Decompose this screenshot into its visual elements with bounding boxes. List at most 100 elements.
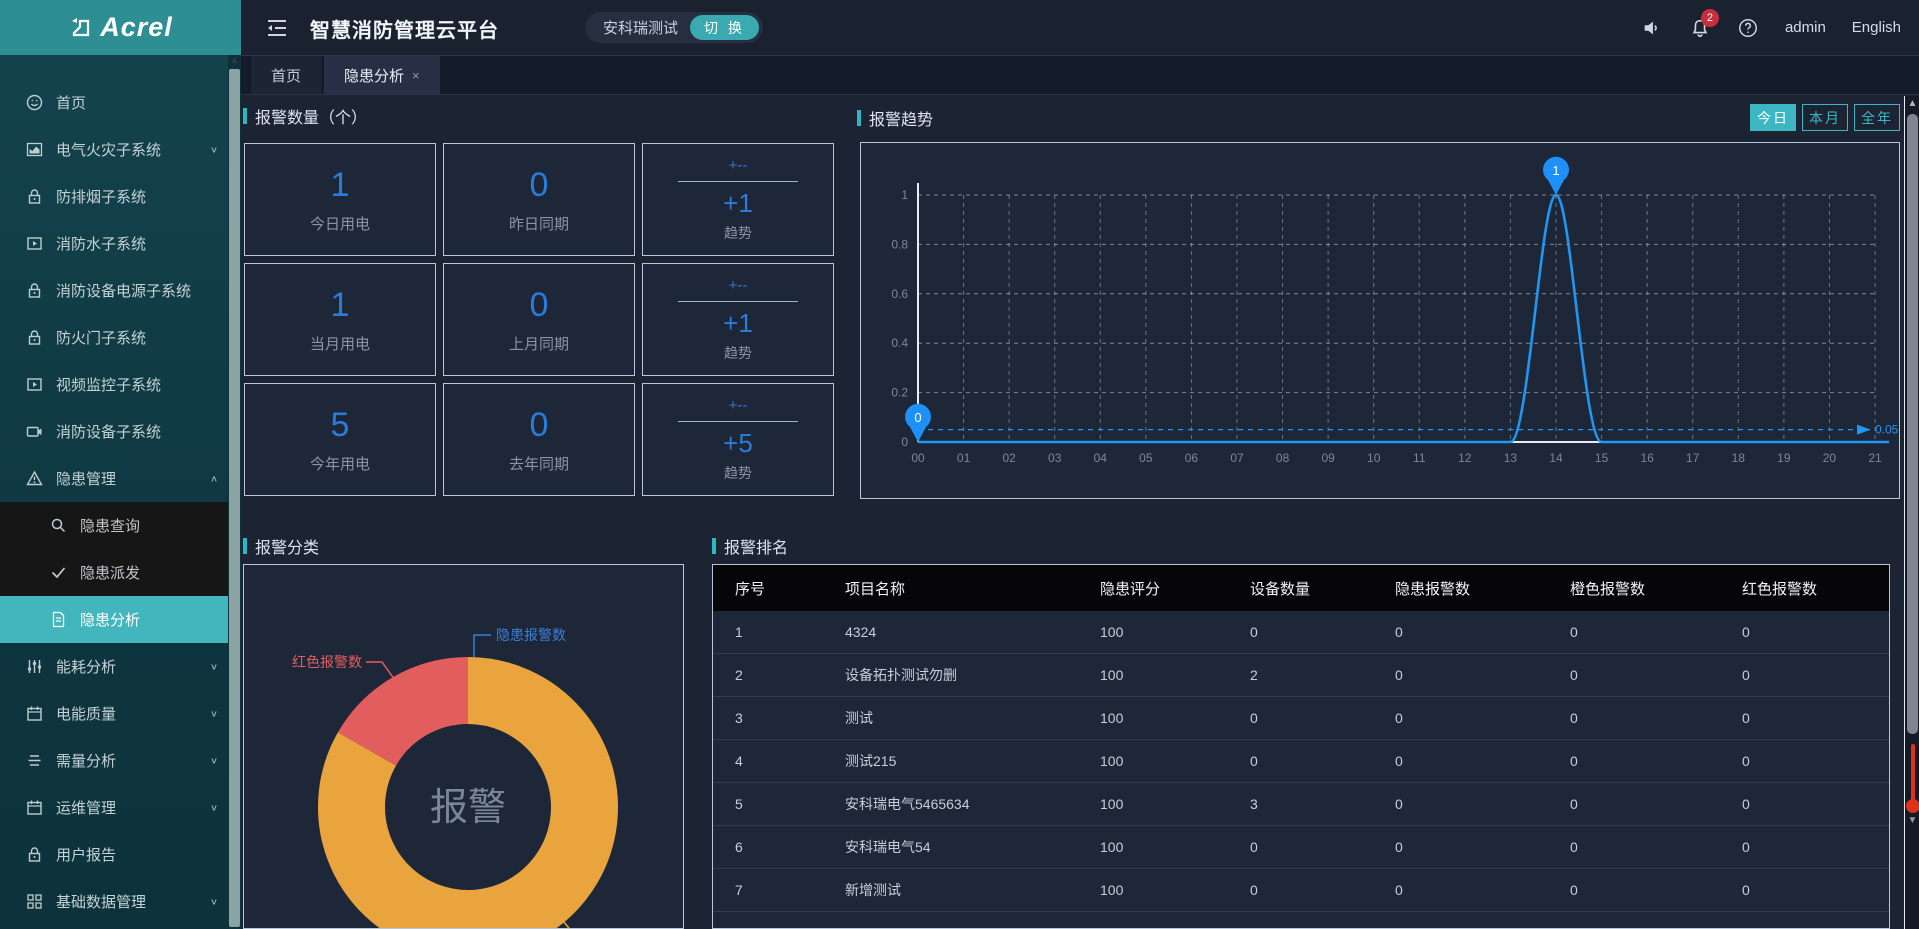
home-icon [26, 94, 43, 111]
range-button-全年[interactable]: 全年 [1854, 104, 1900, 131]
table-row: 2设备拓扑测试勿删1002000 [713, 654, 1889, 697]
main-scrollbar[interactable]: ▲ ▼ [1904, 96, 1919, 929]
play-icon [26, 235, 43, 252]
lock-icon [26, 846, 43, 863]
sidebar-item-隐患分析[interactable]: 隐患分析 [0, 596, 228, 643]
table-cell: 2 [1250, 667, 1395, 683]
check-icon [50, 564, 67, 581]
svg-text:0: 0 [914, 410, 921, 425]
warning-icon [26, 470, 43, 487]
tenant-switch-button[interactable]: 切 换 [690, 15, 759, 40]
sidebar-item-电能质量[interactable]: 电能质量∨ [0, 690, 228, 737]
table-cell: 0 [1250, 753, 1395, 769]
sidebar-item-视频监控子系统[interactable]: 视频监控子系统 [0, 361, 228, 408]
table-cell: 测试215 [845, 751, 1100, 771]
table-cell: 0 [1742, 882, 1889, 898]
sidebar: 首页电气火灾子系统∨ 防排烟子系统消防水子系统消防设备电源子系统防火门子系统视频监… [0, 55, 228, 929]
sidebar-item-消防水子系统[interactable]: 消防水子系统 [0, 220, 228, 267]
chart-marker-pin: 1 [1543, 157, 1569, 195]
svg-text:06: 06 [1185, 451, 1199, 465]
alarm-rank-table-panel: 序号项目名称隐患评分设备数量隐患报警数橙色报警数红色报警数 1432410000… [712, 564, 1890, 929]
sidebar-item-隐患管理[interactable]: 隐患管理∧ [0, 455, 228, 502]
svg-text:09: 09 [1321, 451, 1335, 465]
sidebar-scrollbar-thumb[interactable] [229, 69, 240, 927]
scroll-up-icon[interactable]: ▲ [1905, 98, 1919, 109]
trend-label: 趋势 [724, 463, 752, 483]
svg-text:0.05: 0.05 [1875, 423, 1899, 437]
chevron-down-icon: ∨ [210, 896, 218, 906]
sidebar-item-label: 需量分析 [56, 750, 116, 771]
table-row: 6安科瑞电气541000000 [713, 826, 1889, 869]
table-cell: 0 [1570, 839, 1742, 855]
range-button-本月[interactable]: 本月 [1802, 104, 1848, 131]
sidebar-item-label: 消防水子系统 [56, 233, 146, 254]
range-button-今日[interactable]: 今日 [1750, 104, 1796, 131]
sidebar-item-label: 用户报告 [56, 844, 116, 865]
sidebar-item-用户报告[interactable]: 用户报告 [0, 831, 228, 878]
stat-card-去年同期: 0去年同期 [443, 383, 635, 496]
sidebar-item-首页[interactable]: 首页 [0, 79, 228, 126]
logo: Acrel [0, 0, 241, 55]
sidebar-item-label: 电能质量 [56, 703, 116, 724]
sidebar-item-电气火灾子系统[interactable]: 电气火灾子系统∨ [0, 126, 228, 173]
sidebar-item-消防设备电源子系统[interactable]: 消防设备电源子系统 [0, 267, 228, 314]
main-area: 首页隐患分析× 报警数量（个） 1今日用电0昨日同期+--+1趋势1当月用电0上… [241, 55, 1919, 929]
column-header-红色报警数: 红色报警数 [1742, 578, 1889, 599]
close-tab-icon[interactable]: × [412, 68, 420, 83]
stat-card-今日用电: 1今日用电 [244, 143, 436, 256]
table-cell: 0 [1250, 710, 1395, 726]
speaker-icon[interactable] [1641, 17, 1663, 39]
trend-card: +--+1趋势 [642, 143, 834, 256]
sidebar-item-防火门子系统[interactable]: 防火门子系统 [0, 314, 228, 361]
tab-首页[interactable]: 首页 [251, 56, 321, 94]
tab-隐患分析[interactable]: 隐患分析 × [324, 56, 440, 94]
svg-text:16: 16 [1640, 451, 1654, 465]
sidebar-item-label: 能耗分析 [56, 656, 116, 677]
help-icon[interactable] [1737, 17, 1759, 39]
trend-value: +1 [723, 308, 753, 339]
section-title-alarm-rank: 报警排名 [712, 534, 788, 558]
header-actions: 2 admin English [1641, 0, 1901, 55]
column-header-设备数量: 设备数量 [1250, 578, 1395, 599]
alert-scroll-indicator [1911, 744, 1915, 806]
trend-card: +--+5趋势 [642, 383, 834, 496]
bell-icon[interactable]: 2 [1689, 17, 1711, 39]
stat-label: 上月同期 [509, 333, 569, 354]
stat-card-今年用电: 5今年用电 [244, 383, 436, 496]
table-cell: 安科瑞电气5465634 [845, 794, 1100, 814]
table-cell: 0 [1395, 839, 1570, 855]
svg-text:01: 01 [957, 451, 971, 465]
sidebar-item-运维管理[interactable]: 运维管理∨ [0, 784, 228, 831]
stat-card-昨日同期: 0昨日同期 [443, 143, 635, 256]
stat-label: 当月用电 [310, 333, 370, 354]
tab-label: 隐患分析 [344, 65, 404, 86]
stat-card-当月用电: 1当月用电 [244, 263, 436, 376]
sidebar-item-需量分析[interactable]: 需量分析∨ [0, 737, 228, 784]
main-scrollbar-thumb[interactable] [1907, 114, 1918, 734]
fraction-divider [678, 301, 798, 302]
stat-value: 1 [331, 166, 350, 205]
chart-icon [26, 141, 43, 158]
table-cell: 100 [1100, 710, 1250, 726]
svg-text:10: 10 [1367, 451, 1381, 465]
sidebar-item-消防设备子系统[interactable]: 消防设备子系统 [0, 408, 228, 455]
language-switch[interactable]: English [1852, 19, 1901, 36]
table-cell: 0 [1570, 624, 1742, 640]
sidebar-item-label: 防排烟子系统 [56, 186, 146, 207]
svg-text:13: 13 [1504, 451, 1518, 465]
sidebar-item-label: 隐患分析 [80, 609, 140, 630]
chevron-down-icon: ∨ [210, 661, 218, 671]
sidebar-item-隐患派发[interactable]: 隐患派发 [0, 549, 228, 596]
scroll-up-icon[interactable]: ▲ [228, 55, 241, 66]
sidebar-item-基础数据管理[interactable]: 基础数据管理∨ [0, 878, 228, 925]
collapse-sidebar-icon[interactable] [265, 16, 289, 40]
sidebar-item-隐患查询[interactable]: 隐患查询 [0, 502, 228, 549]
sidebar-scrollbar[interactable]: ▲ [228, 55, 241, 929]
scroll-down-icon[interactable]: ▼ [1905, 815, 1919, 826]
sidebar-item-label: 隐患查询 [80, 515, 140, 536]
sidebar-item-能耗分析[interactable]: 能耗分析 ∨ [0, 643, 228, 690]
sidebar-item-label: 消防设备电源子系统 [56, 280, 191, 301]
sidebar-item-防排烟子系统[interactable]: 防排烟子系统 [0, 173, 228, 220]
section-title-alarm-classification: 报警分类 [243, 534, 319, 558]
user-menu[interactable]: admin [1785, 19, 1826, 36]
